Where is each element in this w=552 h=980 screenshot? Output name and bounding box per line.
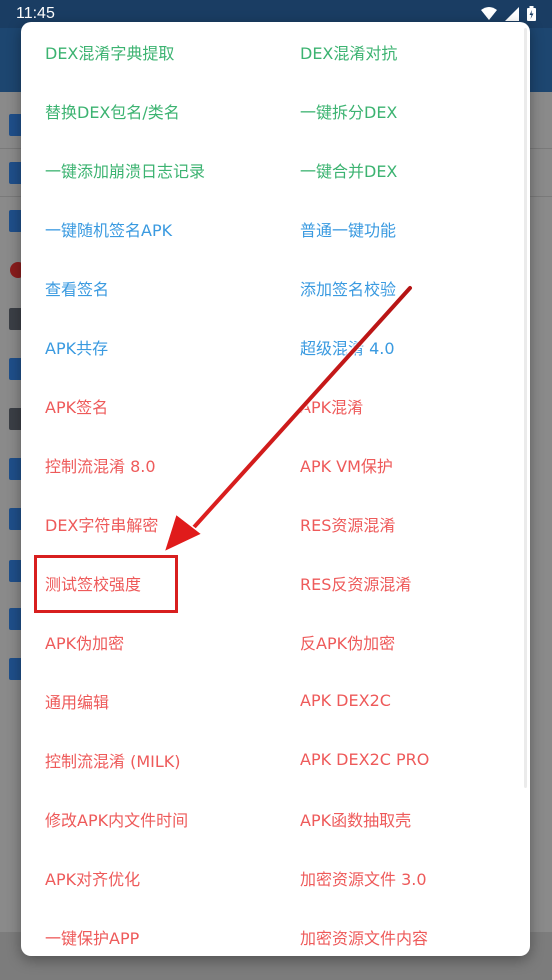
menu-item-5-right[interactable]: 添加签名校验 (276, 258, 530, 317)
menu-item-8-right[interactable]: APK VM保护 (276, 435, 530, 494)
menu-item-13-right[interactable]: APK DEX2C PRO (276, 730, 530, 789)
menu-item-1-left[interactable]: DEX混淆字典提取 (21, 22, 276, 81)
menu-item-11-right[interactable]: 反APK伪加密 (276, 612, 530, 671)
menu-item-9-right[interactable]: RES资源混淆 (276, 494, 530, 553)
function-menu-grid: DEX混淆字典提取 DEX混淆对抗 替换DEX包名/类名 一键拆分DEX 一键添加崩溃日… (21, 22, 530, 956)
menu-item-8-left[interactable]: 控制流混淆 8.0 (21, 435, 276, 494)
menu-item-4-left[interactable]: 一键随机签名APK (21, 199, 276, 258)
menu-item-2-left[interactable]: 替换DEX包名/类名 (21, 81, 276, 140)
battery-icon (527, 6, 536, 21)
menu-item-7-left[interactable]: APK签名 (21, 376, 276, 435)
menu-item-2-right[interactable]: 一键拆分DEX (276, 81, 530, 140)
signal-icon (505, 6, 519, 21)
annotation-highlight-box (34, 555, 178, 613)
menu-item-7-right[interactable]: APK混淆 (276, 376, 530, 435)
menu-item-12-right[interactable]: APK DEX2C (276, 671, 530, 730)
status-icons (481, 6, 536, 21)
menu-item-3-left[interactable]: 一键添加崩溃日志记录 (21, 140, 276, 199)
dialog-scrollbar[interactable] (524, 28, 527, 788)
menu-item-6-right[interactable]: 超级混淆 4.0 (276, 317, 530, 376)
menu-item-15-right[interactable]: 加密资源文件 3.0 (276, 848, 530, 907)
menu-item-10-right[interactable]: RES反资源混淆 (276, 553, 530, 612)
menu-item-12-left[interactable]: 通用编辑 (21, 671, 276, 730)
menu-item-3-right[interactable]: 一键合并DEX (276, 140, 530, 199)
function-menu-dialog: DEX混淆字典提取 DEX混淆对抗 替换DEX包名/类名 一键拆分DEX 一键添加崩溃日… (21, 22, 530, 956)
menu-item-13-left[interactable]: 控制流混淆 (MILK) (21, 730, 276, 789)
wifi-icon (481, 6, 497, 20)
menu-item-14-right[interactable]: APK函数抽取壳 (276, 789, 530, 848)
menu-item-15-left[interactable]: APK对齐优化 (21, 848, 276, 907)
menu-item-16-right[interactable]: 加密资源文件内容 (276, 907, 530, 956)
menu-item-4-right[interactable]: 普通一键功能 (276, 199, 530, 258)
menu-item-14-left[interactable]: 修改APK内文件时间 (21, 789, 276, 848)
menu-item-11-left[interactable]: APK伪加密 (21, 612, 276, 671)
status-time: 11:45 (16, 5, 55, 22)
menu-item-5-left[interactable]: 查看签名 (21, 258, 276, 317)
menu-item-6-left[interactable]: APK共存 (21, 317, 276, 376)
menu-item-9-left[interactable]: DEX字符串解密 (21, 494, 276, 553)
menu-item-16-left[interactable]: 一键保护APP (21, 907, 276, 956)
menu-item-1-right[interactable]: DEX混淆对抗 (276, 22, 530, 81)
